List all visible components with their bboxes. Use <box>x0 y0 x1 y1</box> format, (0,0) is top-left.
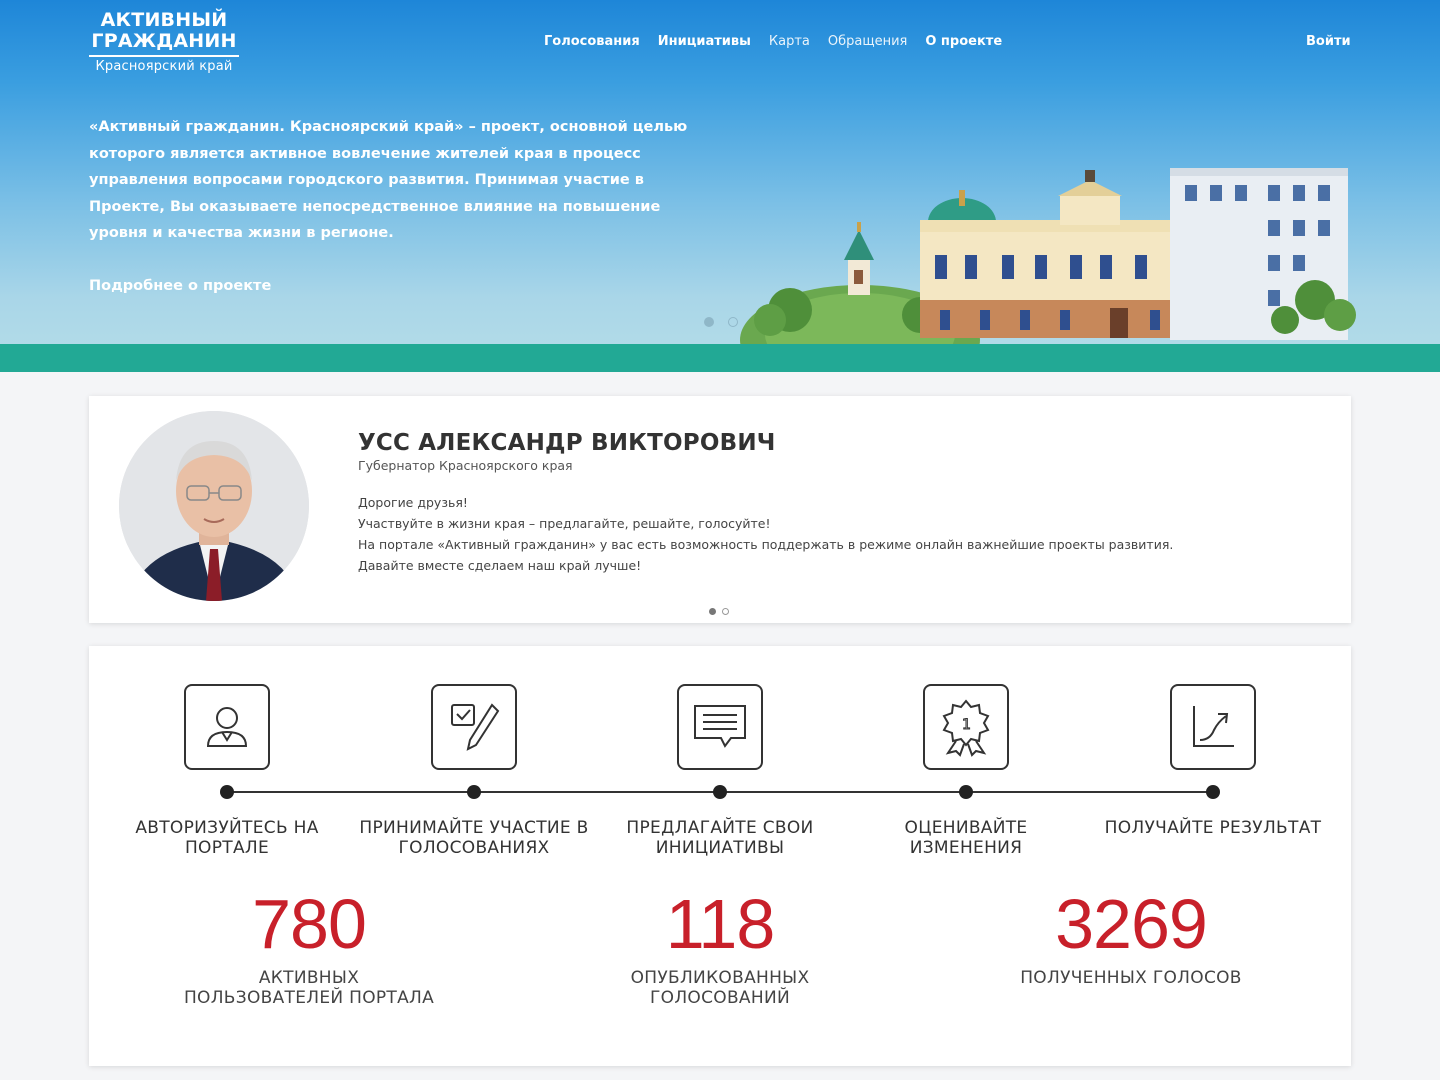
site-logo[interactable]: АКТИВНЫЙ ГРАЖДАНИН Красноярский край <box>89 10 239 74</box>
nav-item-votes[interactable]: Голосования <box>544 34 640 49</box>
stat-published-votes: 118 Опубликованных голосований <box>590 884 850 1008</box>
hero-ground-strip <box>0 344 1440 372</box>
award-icon: 1 <box>923 684 1009 770</box>
message-greeting: Дорогие друзья! <box>358 495 468 510</box>
governor-dot-1[interactable] <box>709 608 716 615</box>
nav-item-map[interactable]: Карта <box>769 34 810 49</box>
login-link[interactable]: Войти <box>1306 34 1351 49</box>
timeline-dot <box>713 785 727 799</box>
stat-value: 3269 <box>1055 885 1208 963</box>
message-line-2: На портале «Активный гражданин» у вас ес… <box>358 537 1174 552</box>
stat-label: Полученных голосов <box>1020 968 1242 988</box>
growth-chart-icon <box>1170 684 1256 770</box>
hero-slider-dots <box>704 317 738 327</box>
step-label: Предлагайте свои инициативы <box>626 818 814 858</box>
svg-text:1: 1 <box>962 717 971 733</box>
step-propose: Предлагайте свои инициативы <box>600 684 840 858</box>
hero-description: «Активный гражданин. Красноярский край» … <box>89 119 688 241</box>
step-authorize: Авторизуйтесь на портале <box>107 684 347 858</box>
timeline-dot <box>959 785 973 799</box>
hero-banner: АКТИВНЫЙ ГРАЖДАНИН Красноярский край Гол… <box>0 0 1440 372</box>
slider-dot-1[interactable] <box>704 317 714 327</box>
stat-label: Активных пользователей портала <box>183 968 435 1008</box>
logo-divider <box>89 55 239 57</box>
about-project-link[interactable]: Подробнее о проекте <box>89 278 271 294</box>
message-icon <box>677 684 763 770</box>
governor-card: УСС АЛЕКСАНДР ВИКТОРОВИЧ Губернатор Крас… <box>89 396 1351 623</box>
timeline-dot <box>1206 785 1220 799</box>
stat-value: 118 <box>665 885 776 963</box>
slider-dot-2[interactable] <box>728 317 738 327</box>
step-label: Принимайте участие в голосованиях <box>359 818 589 858</box>
step-label: Получайте результат <box>1104 818 1322 838</box>
main-nav: Голосования Инициативы Карта Обращения О… <box>544 34 1002 49</box>
stat-label: Опубликованных голосований <box>630 968 810 1008</box>
stat-value: 780 <box>252 885 367 963</box>
governor-avatar <box>119 411 309 601</box>
timeline-dot <box>220 785 234 799</box>
stat-received-votes: 3269 Полученных голосов <box>1001 884 1261 988</box>
step-evaluate: 1 Оценивайте изменения <box>846 684 1086 858</box>
stat-active-users: 780 Активных пользователей портала <box>179 884 439 1008</box>
governor-message: Дорогие друзья! Участвуйте в жизни края … <box>358 492 1318 574</box>
city-illustration <box>740 168 1356 350</box>
nav-item-about[interactable]: О проекте <box>925 34 1002 49</box>
governor-role: Губернатор Красноярского края <box>358 458 573 473</box>
logo-line-2: ГРАЖДАНИН <box>91 30 237 52</box>
message-line-3: Давайте вместе сделаем наш край лучше! <box>358 558 642 573</box>
vote-pen-icon <box>431 684 517 770</box>
nav-item-appeals[interactable]: Обращения <box>828 34 907 49</box>
governor-photo <box>119 411 309 601</box>
step-label: Оценивайте изменения <box>904 818 1028 858</box>
step-label: Авторизуйтесь на портале <box>135 818 319 858</box>
steps-card: Авторизуйтесь на портале Принимайте учас… <box>89 646 1351 1066</box>
step-result: Получайте результат <box>1093 684 1333 838</box>
message-line-1: Участвуйте в жизни края – предлагайте, р… <box>358 516 771 531</box>
governor-dot-2[interactable] <box>722 608 729 615</box>
governor-name: УСС АЛЕКСАНДР ВИКТОРОВИЧ <box>358 430 776 456</box>
user-icon <box>184 684 270 770</box>
logo-line-1: АКТИВНЫЙ <box>100 9 228 31</box>
governor-slider-dots <box>709 608 729 615</box>
timeline-dot <box>467 785 481 799</box>
logo-region: Красноярский край <box>95 59 233 74</box>
nav-item-initiatives[interactable]: Инициативы <box>658 34 751 49</box>
step-vote: Принимайте участие в голосованиях <box>354 684 594 858</box>
